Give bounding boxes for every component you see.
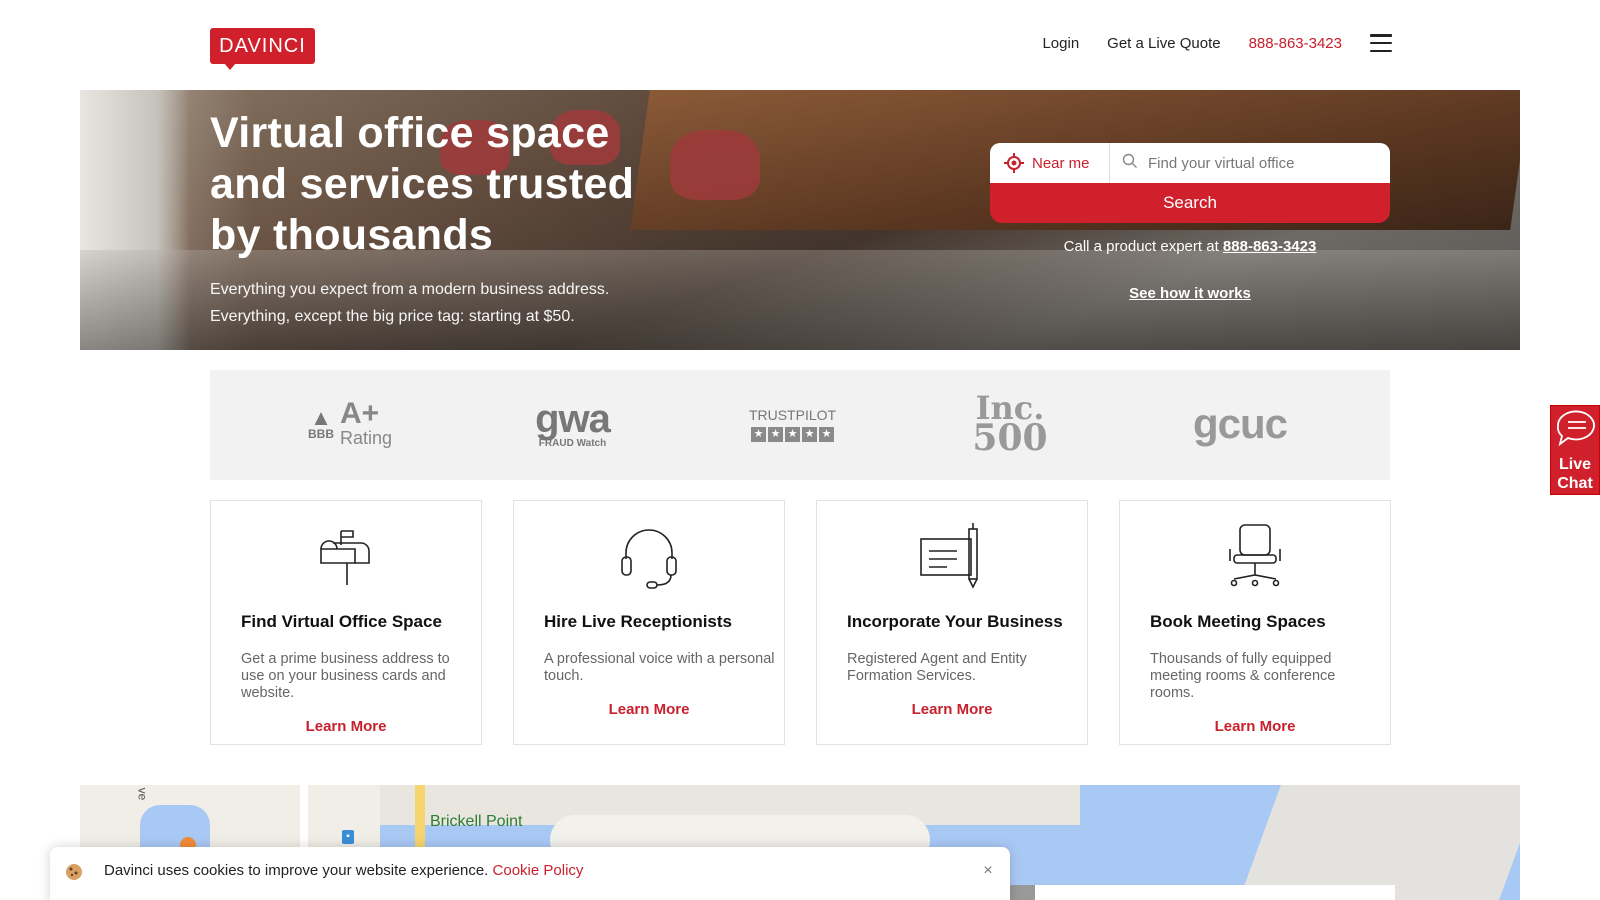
service-card-receptionists[interactable]: Hire Live Receptionists A professional v… xyxy=(513,500,785,745)
map-street-label: ve xyxy=(135,787,150,801)
card-title: Hire Live Receptionists xyxy=(544,612,733,631)
learn-more-link[interactable]: Learn More xyxy=(817,701,1087,718)
gwa-main: gwa xyxy=(535,396,611,441)
hero-title: Virtual office space and services truste… xyxy=(210,109,635,259)
gwa-logo: gwa FRAUD Watch xyxy=(525,394,620,454)
search-box: Near me xyxy=(990,143,1390,183)
learn-more-link[interactable]: Learn More xyxy=(1120,718,1390,735)
learn-more-link[interactable]: Learn More xyxy=(211,718,481,735)
service-card-virtual-office[interactable]: Find Virtual Office Space Get a prime bu… xyxy=(210,500,482,745)
top-nav: Login Get a Live Quote 888-863-3423 xyxy=(1042,34,1392,52)
cookie-text-container: Davinci uses cookies to improve your web… xyxy=(104,862,583,879)
service-card-incorporate[interactable]: Incorporate Your Business Registered Age… xyxy=(816,500,1088,745)
card-description: Get a prime business address to use on y… xyxy=(241,651,450,701)
trustpilot-text: TRUSTPILOT xyxy=(748,406,837,423)
card-title: Book Meeting Spaces xyxy=(1150,612,1326,631)
near-me-label: Near me xyxy=(1032,154,1090,172)
location-crosshair-icon xyxy=(1004,153,1024,173)
phone-link[interactable]: 888-863-3423 xyxy=(1249,35,1342,52)
gwa-sub: FRAUD Watch xyxy=(538,437,607,449)
search-field xyxy=(1110,143,1390,183)
hero-subtitle: Everything you expect from a modern busi… xyxy=(210,276,730,330)
inc-bottom: 500 xyxy=(972,417,1048,459)
near-me-button[interactable]: Near me xyxy=(990,143,1110,183)
call-expert-line: Call a product expert at 888-863-3423 xyxy=(990,238,1390,255)
card-description: A professional voice with a personal tou… xyxy=(544,651,775,684)
map-info-panel xyxy=(1035,885,1395,900)
davinci-logo[interactable]: DAVINCI xyxy=(210,28,315,70)
bbb-grade: A+ xyxy=(339,396,380,430)
trustpilot-stars-icon: ★ ★ ★ ★ ★ xyxy=(751,426,834,442)
hero-subtitle-line1: Everything you expect from a modern busi… xyxy=(210,281,610,298)
chat-bubble-icon xyxy=(1557,410,1595,447)
cookie-icon xyxy=(66,864,82,880)
map-place-label: Brickell Point xyxy=(430,813,523,830)
cookie-text: Davinci uses cookies to improve your web… xyxy=(104,862,489,879)
login-link[interactable]: Login xyxy=(1042,35,1079,52)
search-input[interactable] xyxy=(1148,154,1378,172)
trust-badges: ▲ BBB A+ Rating gwa FRAUD Watch TRUSTPIL… xyxy=(210,370,1390,480)
service-card-meeting-spaces[interactable]: Book Meeting Spaces Thousands of fully e… xyxy=(1119,500,1391,745)
hero-chair xyxy=(670,130,760,200)
bbb-rating: Rating xyxy=(339,427,393,448)
cookie-banner: Davinci uses cookies to improve your web… xyxy=(50,847,1010,900)
inc500-logo: Inc. 500 xyxy=(970,392,1050,459)
close-icon[interactable]: × xyxy=(980,863,996,879)
learn-more-link[interactable]: Learn More xyxy=(514,701,784,718)
bbb-logo: ▲ BBB A+ Rating xyxy=(305,394,395,454)
cookie-policy-link[interactable]: Cookie Policy xyxy=(493,862,584,879)
chat-line1: Live xyxy=(1558,456,1591,473)
how-it-works-link[interactable]: See how it works xyxy=(990,285,1390,302)
live-quote-link[interactable]: Get a Live Quote xyxy=(1107,35,1220,52)
card-title: Incorporate Your Business xyxy=(847,612,1063,631)
office-chair-icon xyxy=(1120,521,1390,591)
mailbox-icon xyxy=(211,521,481,591)
map-overlay xyxy=(1010,885,1035,900)
logo-text: DAVINCI xyxy=(219,34,306,57)
chat-line2: Chat xyxy=(1557,475,1593,492)
live-chat-button[interactable]: Live Chat xyxy=(1550,405,1600,495)
card-description: Registered Agent and Entity Formation Se… xyxy=(847,651,1027,684)
headset-icon xyxy=(514,521,784,591)
hero-banner: Virtual office space and services truste… xyxy=(80,90,1520,350)
bbb-text: BBB xyxy=(307,427,334,441)
card-title: Find Virtual Office Space xyxy=(241,612,442,631)
search-icon xyxy=(1122,153,1138,174)
hero-subtitle-line2: Everything, except the big price tag: st… xyxy=(210,308,575,325)
call-phone-link[interactable]: 888-863-3423 xyxy=(1223,238,1316,255)
trustpilot-logo: TRUSTPILOT ★ ★ ★ ★ ★ xyxy=(745,394,840,454)
bbb-torch-icon: ▲ xyxy=(310,405,332,430)
document-pen-icon xyxy=(817,521,1087,591)
card-description: Thousands of fully equipped meeting room… xyxy=(1150,651,1336,701)
map-land xyxy=(1239,785,1520,900)
gcuc-logo: gcuc xyxy=(1192,400,1288,447)
site-header: DAVINCI Login Get a Live Quote 888-863-3… xyxy=(0,0,1600,90)
map-pin-icon[interactable]: ▪ xyxy=(342,830,354,844)
hamburger-icon[interactable] xyxy=(1370,34,1392,52)
search-button[interactable]: Search xyxy=(990,183,1390,223)
call-prefix: Call a product expert at xyxy=(1063,238,1219,255)
